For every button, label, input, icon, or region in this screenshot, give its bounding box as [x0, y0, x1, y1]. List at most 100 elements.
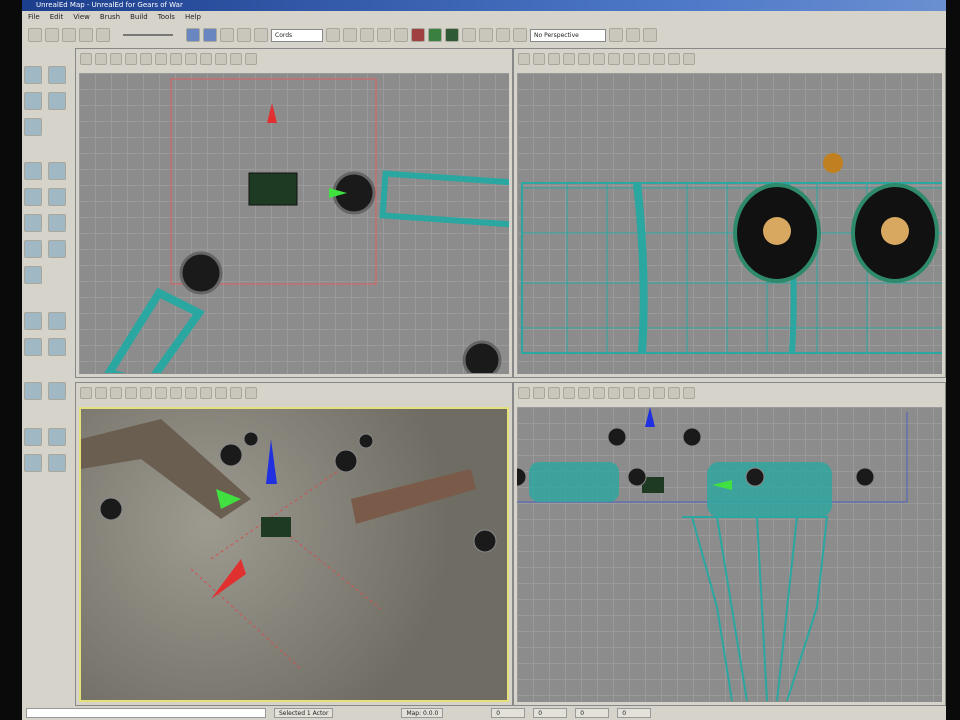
view-icon[interactable] [623, 53, 635, 65]
save-icon[interactable] [62, 28, 76, 42]
view-icon[interactable] [563, 53, 575, 65]
build-icon[interactable] [411, 28, 425, 42]
command-input[interactable] [26, 708, 266, 718]
open-icon[interactable] [45, 28, 59, 42]
view-icon[interactable] [110, 53, 122, 65]
tool-icon[interactable] [513, 28, 527, 42]
select-icon[interactable] [24, 454, 42, 472]
select-icon[interactable] [48, 428, 66, 446]
stair-brush-icon[interactable] [48, 188, 66, 206]
view-icon[interactable] [155, 53, 167, 65]
view-icon[interactable] [125, 387, 137, 399]
viewport-canvas[interactable] [517, 73, 942, 374]
tool-icon[interactable] [254, 28, 268, 42]
show-selected-icon[interactable] [24, 382, 42, 400]
view-icon[interactable] [200, 387, 212, 399]
viewport-top[interactable] [75, 48, 513, 378]
new-icon[interactable] [28, 28, 42, 42]
select-icon[interactable] [48, 454, 66, 472]
camera-mode-icon[interactable] [24, 66, 42, 84]
grid-combo[interactable]: Cords [271, 28, 323, 42]
view-icon[interactable] [245, 53, 257, 65]
menu-help[interactable]: Help [185, 12, 201, 23]
menu-build[interactable]: Build [130, 12, 148, 23]
viewport-front[interactable] [513, 382, 946, 706]
csg-deintersect-icon[interactable] [48, 338, 66, 356]
view-icon[interactable] [80, 53, 92, 65]
menu-file[interactable]: File [28, 12, 40, 23]
menu-brush[interactable]: Brush [100, 12, 120, 23]
csg-intersect-icon[interactable] [24, 338, 42, 356]
csg-add-icon[interactable] [24, 312, 42, 330]
viewport-canvas[interactable] [517, 407, 942, 702]
build-icon[interactable] [445, 28, 459, 42]
view-icon[interactable] [215, 53, 227, 65]
browser-icon[interactable] [186, 28, 200, 42]
undo-icon[interactable] [79, 28, 93, 42]
volume-brush-icon[interactable] [24, 240, 42, 258]
redo-icon[interactable] [96, 28, 110, 42]
coord-x[interactable]: 0 [491, 708, 526, 718]
cylinder-brush-icon[interactable] [24, 188, 42, 206]
perspective-combo[interactable]: No Perspective [530, 28, 606, 42]
tool-icon[interactable] [360, 28, 374, 42]
view-icon[interactable] [683, 53, 695, 65]
tool-icon[interactable] [343, 28, 357, 42]
view-icon[interactable] [533, 387, 545, 399]
view-icon[interactable] [683, 387, 695, 399]
hide-selected-icon[interactable] [48, 382, 66, 400]
view-icon[interactable] [170, 53, 182, 65]
viewport-side[interactable] [513, 48, 946, 378]
mode-icon[interactable] [24, 92, 42, 110]
view-icon[interactable] [140, 387, 152, 399]
build-icon[interactable] [428, 28, 442, 42]
view-icon[interactable] [518, 53, 530, 65]
slider[interactable] [123, 34, 173, 36]
view-icon[interactable] [638, 53, 650, 65]
view-icon[interactable] [608, 387, 620, 399]
tool-icon[interactable] [220, 28, 234, 42]
tool-icon[interactable] [237, 28, 251, 42]
tool-icon[interactable] [496, 28, 510, 42]
view-icon[interactable] [668, 53, 680, 65]
view-icon[interactable] [230, 53, 242, 65]
view-icon[interactable] [95, 53, 107, 65]
view-icon[interactable] [638, 387, 650, 399]
view-icon[interactable] [185, 53, 197, 65]
tool-icon[interactable] [462, 28, 476, 42]
view-icon[interactable] [548, 53, 560, 65]
csg-subtract-icon[interactable] [48, 312, 66, 330]
tool-icon[interactable] [394, 28, 408, 42]
cube-brush-icon[interactable] [24, 162, 42, 180]
view-icon[interactable] [578, 53, 590, 65]
view-icon[interactable] [563, 387, 575, 399]
tool-icon[interactable] [609, 28, 623, 42]
sphere-brush-icon[interactable] [48, 240, 66, 258]
view-icon[interactable] [125, 53, 137, 65]
mode-icon[interactable] [24, 118, 42, 136]
rotate-icon[interactable] [48, 66, 66, 84]
view-icon[interactable] [608, 53, 620, 65]
cone-brush-icon[interactable] [48, 162, 66, 180]
coord-w[interactable]: 0 [617, 708, 652, 718]
view-icon[interactable] [155, 387, 167, 399]
coord-y[interactable]: 0 [533, 708, 568, 718]
select-icon[interactable] [24, 428, 42, 446]
view-icon[interactable] [533, 53, 545, 65]
stair-brush-icon[interactable] [48, 214, 66, 232]
mode-icon[interactable] [48, 92, 66, 110]
viewport-perspective[interactable] [75, 382, 513, 706]
view-icon[interactable] [200, 53, 212, 65]
view-icon[interactable] [95, 387, 107, 399]
sheet-brush-icon[interactable] [24, 214, 42, 232]
tool-icon[interactable] [377, 28, 391, 42]
view-icon[interactable] [653, 387, 665, 399]
view-icon[interactable] [245, 387, 257, 399]
viewport-canvas[interactable] [79, 73, 509, 374]
tool-icon[interactable] [326, 28, 340, 42]
view-icon[interactable] [140, 53, 152, 65]
view-icon[interactable] [623, 387, 635, 399]
tool-icon[interactable] [626, 28, 640, 42]
viewport-canvas[interactable] [79, 407, 509, 702]
view-icon[interactable] [593, 53, 605, 65]
